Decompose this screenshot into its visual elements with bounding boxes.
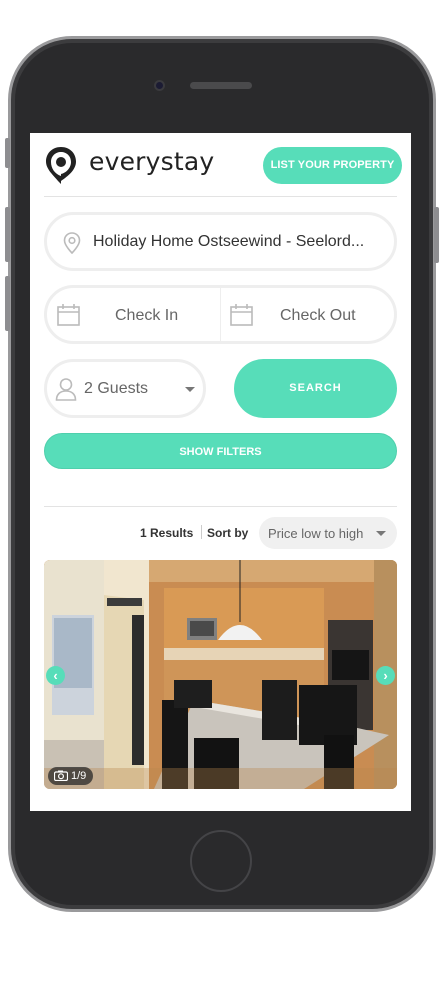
volume-up-button (5, 207, 10, 262)
site-header: everystay LIST YOUR PROPERTY (30, 133, 411, 197)
sort-by-label: Sort by (207, 526, 249, 540)
calendar-icon (57, 304, 80, 331)
check-out-field[interactable]: Check Out (280, 307, 356, 325)
guests-select[interactable]: 2 Guests (44, 359, 206, 418)
guests-value: 2 Guests (84, 380, 149, 397)
camera-icon (53, 769, 69, 787)
phone-screen: everystay LIST YOUR PROPERTY Holiday Hom… (30, 133, 411, 811)
chevron-down-icon (376, 531, 386, 536)
home-button[interactable] (190, 830, 252, 892)
earpiece-speaker (190, 82, 252, 89)
check-in-field[interactable]: Check In (115, 307, 178, 325)
user-icon (55, 377, 77, 406)
destination-value: Holiday Home Ostseewind - Seelord... (93, 233, 365, 250)
sort-select[interactable]: Price low to high (259, 517, 397, 549)
location-pin-logo-icon[interactable] (44, 145, 78, 190)
header-divider (44, 196, 397, 197)
date-divider (220, 288, 221, 341)
results-separator (201, 525, 202, 539)
photo-counter: 1/9 (48, 767, 94, 787)
section-divider (44, 506, 397, 507)
list-your-property-button[interactable]: LIST YOUR PROPERTY (263, 147, 402, 184)
results-count: 1 Results (140, 526, 194, 540)
show-filters-button[interactable]: SHOW FILTERS (44, 433, 397, 469)
photo-counter-text: 1/9 (71, 770, 87, 782)
date-range-input: Check In Check Out (44, 285, 397, 344)
power-button (434, 207, 439, 263)
brand-wordmark[interactable]: everystay (89, 147, 214, 176)
results-toolbar: 1 Results Sort by Price low to high (30, 517, 411, 549)
search-button[interactable]: SEARCH (234, 359, 397, 418)
sort-value: Price low to high (268, 526, 364, 541)
chevron-right-icon[interactable]: › (376, 666, 395, 685)
map-pin-icon (63, 232, 81, 259)
chevron-down-icon (185, 387, 195, 392)
mute-switch (5, 138, 10, 168)
front-camera (154, 80, 165, 91)
chevron-left-icon[interactable]: ‹ (46, 666, 65, 685)
volume-down-button (5, 276, 10, 331)
calendar-icon (230, 304, 253, 331)
kitchen-dining-photo (44, 560, 397, 789)
listing-photo[interactable]: ‹ › 1/9 (44, 560, 397, 789)
destination-input[interactable]: Holiday Home Ostseewind - Seelord... (44, 212, 397, 271)
